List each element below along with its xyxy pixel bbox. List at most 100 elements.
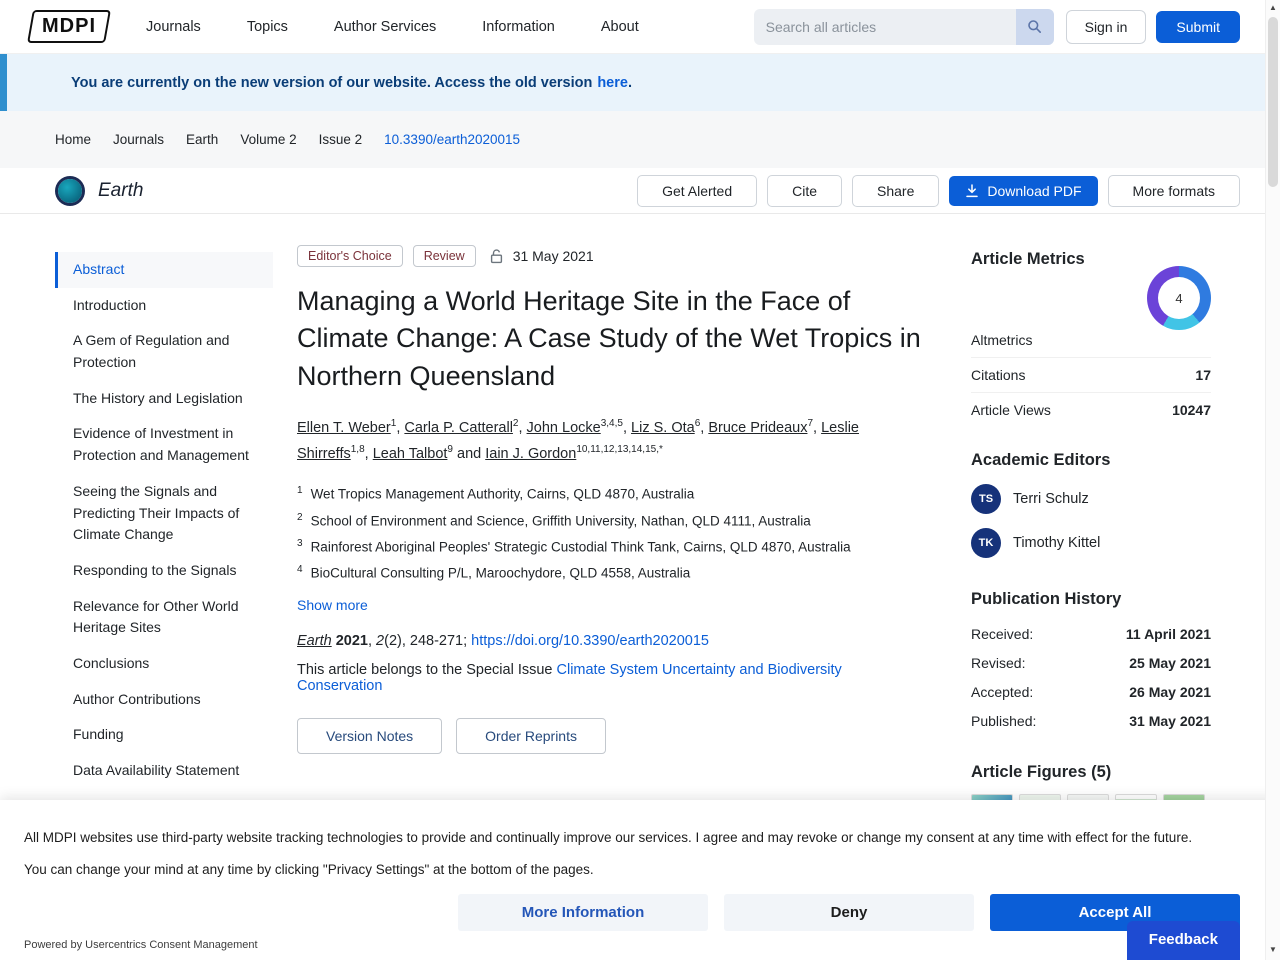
cite-button[interactable]: Cite (767, 174, 843, 207)
author-link[interactable]: John Locke (527, 420, 601, 436)
scrollbar-thumb[interactable] (1268, 17, 1278, 187)
nav-item[interactable]: Information (482, 19, 555, 35)
article-title: Managing a World Heritage Site in the Fa… (297, 286, 921, 391)
version-notes-button[interactable]: Version Notes (297, 717, 443, 754)
author-link[interactable]: Iain J. Gordon (485, 446, 576, 462)
author-affiliation-sup: 1,8 (350, 443, 365, 455)
altmetric-badge[interactable]: 4 (1147, 266, 1211, 330)
publication-history-row: Revised: 25 May 2021 (971, 648, 1211, 677)
mdpi-logo[interactable]: MDPI (27, 10, 111, 43)
citation-part[interactable]: Earth (297, 633, 332, 649)
affiliation: 2 School of Environment and Science, Grif… (297, 508, 930, 534)
author-link[interactable]: Bruce Prideaux (708, 420, 807, 436)
more-formats-button[interactable]: More formats (1107, 174, 1240, 207)
version-notice-banner: You are currently on the new version of … (0, 54, 1265, 111)
breadcrumb-item[interactable]: Journals (113, 132, 164, 147)
publication-history-row: Received: 11 April 2021 (971, 619, 1211, 648)
toc-item[interactable]: Abstract (55, 252, 273, 288)
article-action-row: Version Notes Order Reprints (297, 717, 930, 754)
author: Iain J. Gordon10,11,12,13,14,15,* (485, 444, 663, 462)
search-icon (1028, 20, 1042, 33)
search-button[interactable] (1015, 8, 1054, 45)
editor-list: TS Terri Schulz TK Timothy Kittel (971, 484, 1211, 558)
editor-avatar: TS (971, 484, 1001, 514)
editor-name: Terri Schulz (1013, 491, 1089, 507)
author-link[interactable]: Ellen T. Weber (297, 420, 391, 436)
breadcrumb-item[interactable]: Volume 2 (240, 132, 296, 147)
author-link[interactable]: Liz S. Ota (631, 420, 695, 436)
editor-name: Timothy Kittel (1013, 535, 1101, 551)
toc-item[interactable]: Seeing the Signals and Predicting Their … (55, 474, 273, 553)
deny-button[interactable]: Deny (724, 894, 974, 931)
editor-avatar: TK (971, 528, 1001, 558)
nav-item[interactable]: Journals (146, 19, 201, 35)
metric-label: Altmetrics (971, 332, 1033, 348)
scroll-up-arrow[interactable]: ▲ (1266, 1, 1280, 15)
nav-item[interactable]: Topics (247, 19, 288, 35)
metric-label: Citations (971, 367, 1026, 383)
toc-item[interactable]: Responding to the Signals (55, 553, 273, 589)
history-value: 26 May 2021 (1129, 683, 1211, 700)
toc-item[interactable]: Evidence of Investment in Protection and… (55, 416, 273, 473)
toc-item[interactable]: Data Availability Statement (55, 753, 273, 789)
vertical-scrollbar[interactable]: ▲ ▼ (1265, 0, 1280, 960)
affiliation-number: 2 (297, 511, 303, 523)
toc-item[interactable]: Author Contributions (55, 682, 273, 718)
show-more-link[interactable]: Show more (297, 597, 368, 613)
citation-part: , (367, 632, 377, 649)
citation-part[interactable]: https://doi.org/10.3390/earth2020015 (471, 633, 709, 649)
affiliation: 3 Rainforest Aboriginal Peoples' Strategi… (297, 534, 930, 560)
feedback-button[interactable]: Feedback (1126, 921, 1240, 960)
history-value: 31 May 2021 (1129, 712, 1211, 729)
breadcrumb-item[interactable]: Home (55, 132, 91, 147)
affiliation-text: Wet Tropics Management Authority, Cairns… (310, 486, 695, 502)
toc-item[interactable]: Introduction (55, 288, 273, 324)
share-button[interactable]: Share (852, 174, 940, 207)
table-of-contents: Abstract Introduction A Gem of Regulation … (55, 252, 273, 860)
author-separator: and (452, 445, 486, 462)
nav-item[interactable]: Author Services (334, 19, 436, 35)
get-alerted-button[interactable]: Get Alerted (637, 174, 758, 207)
article-metrics-section: Article Metrics 4 Altmetrics Citations 17 A… (971, 250, 1211, 427)
sign-in-button[interactable]: Sign in (1065, 9, 1147, 44)
metric-row[interactable]: Article Views 10247 (971, 393, 1211, 427)
author-link[interactable]: Carla P. Catterall (404, 420, 513, 436)
more-information-button[interactable]: More Information (458, 894, 708, 931)
toc-item[interactable]: Relevance for Other World Heritage Sites (55, 589, 273, 646)
citation-part: 2021 (335, 632, 368, 649)
scroll-down-arrow[interactable]: ▼ (1266, 943, 1280, 957)
toc-item[interactable]: Funding (55, 717, 273, 753)
search-input[interactable] (753, 8, 1016, 45)
breadcrumb-item[interactable]: Issue 2 (319, 132, 363, 147)
author-separator: , (813, 419, 822, 436)
author-separator: , (622, 419, 632, 436)
article-main: Editor's Choice Review 31 May 2021 Manag… (297, 245, 930, 828)
metric-row[interactable]: Citations 17 (971, 358, 1211, 393)
download-pdf-button[interactable]: Download PDF (949, 175, 1098, 206)
author-link[interactable]: Leah Talbot (373, 446, 448, 462)
toc-item[interactable]: Conclusions (55, 646, 273, 682)
breadcrumb-item[interactable]: 10.3390/earth2020015 (384, 132, 520, 147)
toc-item[interactable]: A Gem of Regulation and Protection (55, 323, 273, 380)
publication-history-section: Publication History Received: 11 April 20… (971, 590, 1211, 735)
citation-line: Earth 2021, 2(2), 248-271; https://doi.o… (297, 633, 930, 649)
affiliation: 1 Wet Tropics Management Authority, Cairn… (297, 481, 930, 507)
academic-editor[interactable]: TK Timothy Kittel (971, 528, 1211, 558)
submit-button[interactable]: Submit (1156, 10, 1240, 43)
affiliation-number: 1 (297, 485, 303, 497)
breadcrumb-item[interactable]: Earth (186, 132, 218, 147)
order-reprints-button[interactable]: Order Reprints (456, 717, 606, 754)
search-box (753, 8, 1054, 45)
academic-editor[interactable]: TS Terri Schulz (971, 484, 1211, 514)
author-affiliation-sup: 3,4,5 (600, 417, 623, 429)
author: Carla P. Catterall2, (404, 418, 526, 436)
notice-suffix: . (627, 74, 632, 91)
toc-item[interactable]: The History and Legislation (55, 381, 273, 417)
download-pdf-label: Download PDF (987, 182, 1082, 199)
old-version-link[interactable]: here (597, 75, 628, 91)
nav-item[interactable]: About (601, 19, 639, 35)
affiliation-number: 4 (297, 564, 303, 576)
right-sidebar: Article Metrics 4 Altmetrics Citations 17 A… (971, 250, 1211, 838)
altmetric-score: 4 (1158, 277, 1200, 319)
history-label: Accepted: (971, 683, 1034, 700)
